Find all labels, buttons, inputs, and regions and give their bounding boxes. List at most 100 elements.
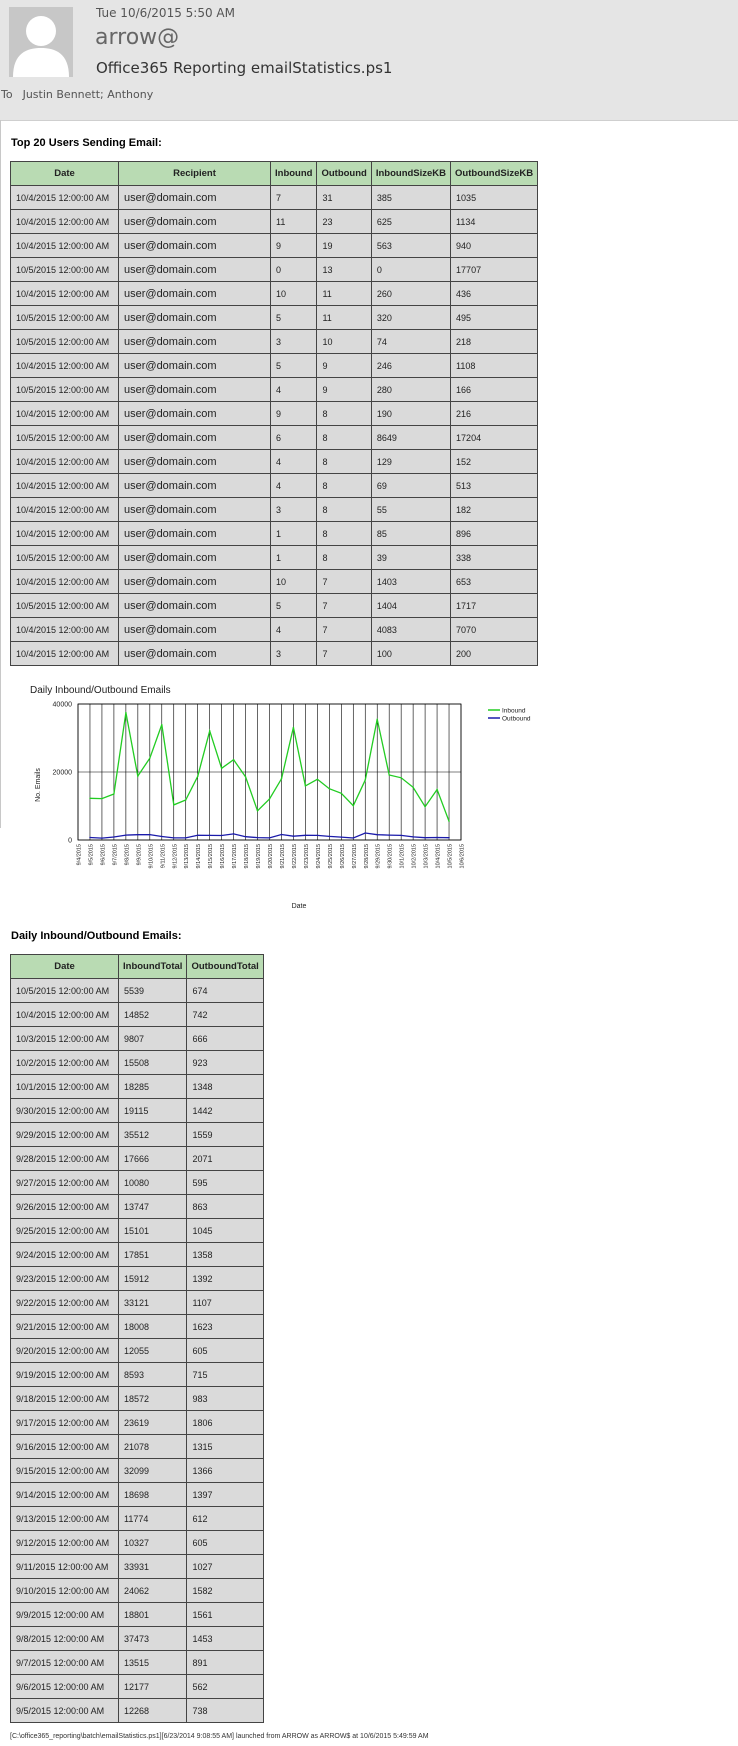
top-users-cell-recipient: user@domain.com — [118, 497, 271, 522]
data-point-outbound — [328, 835, 331, 838]
top-users-cell-inbound: 3 — [269, 497, 318, 522]
x-tick-label: 9/25/2015 — [328, 844, 334, 868]
top-users-cell-outbound: 9 — [316, 353, 372, 378]
table-row: 10/4/2015 12:00:00 AM user@domain.com 1 8 85… — [10, 521, 539, 546]
top-users-cell-date: 10/4/2015 12:00:00 AM — [10, 281, 119, 306]
x-tick-label: 9/27/2015 — [352, 844, 358, 868]
table-row: 10/4/2015 12:00:00 AM user@domain.com 9 8 19… — [10, 401, 539, 426]
table-row: 10/4/2015 12:00:00 AM user@domain.com 10 7 1… — [10, 569, 539, 594]
daily-cell-inbound-total: 12177 — [117, 1674, 188, 1699]
top-users-cell-inbound: 3 — [269, 329, 318, 354]
x-tick-label: 10/6/2015 — [460, 844, 466, 868]
daily-cell-date: 9/9/2015 12:00:00 AM — [10, 1602, 119, 1627]
daily-cell-inbound-total: 18801 — [117, 1602, 188, 1627]
table-row: 9/21/2015 12:00:00 AM 18008 1623 — [10, 1314, 264, 1339]
top-users-cell-outbound-size: 896 — [450, 521, 539, 546]
top-users-cell-inbound-size: 625 — [370, 209, 452, 234]
data-point-inbound — [89, 797, 91, 799]
top-users-cell-inbound-size: 280 — [370, 377, 452, 402]
y-axis-label: No. Emails — [35, 768, 42, 802]
sender-avatar[interactable] — [9, 7, 73, 77]
daily-cell-inbound-total: 13515 — [117, 1650, 188, 1675]
daily-header-row: Date InboundTotal OutboundTotal — [10, 954, 264, 979]
x-tick-label: 9/30/2015 — [388, 844, 394, 868]
table-row: 9/12/2015 12:00:00 AM 10327 605 — [10, 1530, 264, 1555]
daily-totals-table: Date InboundTotal OutboundTotal 10/5/2015 … — [10, 954, 264, 1723]
data-point-outbound — [388, 834, 390, 836]
data-point-inbound — [113, 793, 115, 795]
top-users-cell-outbound: 7 — [316, 641, 372, 666]
data-point-outbound — [161, 835, 163, 838]
top-users-cell-outbound: 31 — [316, 185, 372, 210]
daily-table-title: Daily Inbound/Outbound Emails: — [11, 930, 182, 942]
daily-cell-outbound-total: 605 — [186, 1338, 264, 1363]
top-users-cell-outbound-size: 1108 — [450, 353, 539, 378]
top-users-cell-inbound-size: 385 — [370, 185, 452, 210]
top-users-cell-outbound-size: 495 — [450, 305, 539, 330]
top-users-cell-recipient: user@domain.com — [118, 329, 271, 354]
data-point-outbound — [101, 837, 103, 839]
daily-cell-date: 9/18/2015 12:00:00 AM — [10, 1386, 119, 1411]
x-tick-label: 9/18/2015 — [244, 844, 250, 868]
daily-cell-inbound-total: 15508 — [117, 1050, 188, 1075]
y-tick-label: 0 — [68, 838, 72, 845]
sender-name[interactable]: arrow@ — [95, 25, 179, 50]
top-users-cell-date: 10/4/2015 12:00:00 AM — [10, 617, 119, 642]
daily-col-date: Date — [10, 954, 119, 979]
data-point-inbound — [208, 730, 211, 732]
data-point-outbound — [113, 836, 115, 838]
daily-cell-inbound-total: 33931 — [117, 1554, 188, 1579]
daily-cell-inbound-total: 23619 — [117, 1410, 188, 1435]
table-row: 9/18/2015 12:00:00 AM 18572 983 — [10, 1386, 264, 1411]
top-users-cell-inbound: 5 — [269, 593, 318, 618]
top-users-cell-recipient: user@domain.com — [118, 449, 271, 474]
top-users-cell-recipient: user@domain.com — [118, 185, 271, 210]
top-users-cell-outbound: 8 — [316, 521, 372, 546]
message-date: Tue 10/6/2015 5:50 AM — [96, 6, 235, 20]
top-users-cell-inbound-size: 8649 — [370, 425, 452, 450]
x-tick-label: 9/10/2015 — [148, 844, 154, 868]
top-users-col-outbound: Outbound — [316, 161, 372, 186]
top-users-cell-outbound: 13 — [316, 257, 372, 282]
daily-cell-inbound-total: 32099 — [117, 1458, 188, 1483]
table-row: 9/5/2015 12:00:00 AM 12268 738 — [10, 1698, 264, 1723]
daily-cell-outbound-total: 738 — [186, 1698, 264, 1723]
daily-cell-inbound-total: 5539 — [117, 978, 188, 1003]
top-users-cell-inbound: 5 — [269, 305, 318, 330]
table-row: 10/5/2015 12:00:00 AM user@domain.com 5 11 3… — [10, 305, 539, 330]
data-point-outbound — [340, 836, 343, 838]
recipients-list[interactable]: Justin Bennett; Anthony — [23, 88, 154, 101]
top-users-cell-recipient: user@domain.com — [118, 545, 271, 570]
daily-col-outbound-total: OutboundTotal — [186, 954, 264, 979]
daily-cell-date: 9/5/2015 12:00:00 AM — [10, 1698, 119, 1723]
data-point-outbound — [364, 832, 366, 834]
data-point-inbound — [388, 774, 390, 776]
top-users-cell-inbound-size: 129 — [370, 449, 452, 474]
data-point-outbound — [256, 836, 259, 839]
daily-cell-inbound-total: 13747 — [117, 1194, 188, 1219]
daily-cell-outbound-total: 1366 — [186, 1458, 264, 1483]
top-users-cell-inbound-size: 190 — [370, 401, 452, 426]
top-users-cell-inbound: 4 — [269, 449, 318, 474]
message-header: Tue 10/6/2015 5:50 AM arrow@ Office365 R… — [0, 0, 738, 121]
table-row: 9/14/2015 12:00:00 AM 18698 1397 — [10, 1482, 264, 1507]
daily-cell-inbound-total: 8593 — [117, 1362, 188, 1387]
top-users-cell-inbound: 6 — [269, 425, 318, 450]
to-label: To — [1, 88, 13, 101]
x-tick-label: 9/11/2015 — [160, 844, 166, 868]
top-users-cell-date: 10/5/2015 12:00:00 AM — [10, 593, 119, 618]
top-users-cell-inbound: 0 — [269, 257, 318, 282]
table-row: 10/5/2015 12:00:00 AM user@domain.com 1 8 39… — [10, 545, 539, 570]
top-users-cell-outbound: 8 — [316, 473, 372, 498]
data-point-inbound — [292, 726, 295, 729]
top-users-cell-recipient: user@domain.com — [118, 209, 271, 234]
table-row: 10/5/2015 12:00:00 AM user@domain.com 3 10 7… — [10, 329, 539, 354]
data-point-inbound — [101, 797, 103, 800]
data-point-outbound — [280, 833, 283, 836]
x-tick-label: 10/1/2015 — [400, 844, 406, 868]
top-users-cell-inbound: 10 — [269, 281, 318, 306]
top-users-cell-outbound: 10 — [316, 329, 372, 354]
top-users-cell-recipient: user@domain.com — [118, 425, 271, 450]
data-point-outbound — [232, 833, 235, 835]
top-users-cell-date: 10/5/2015 12:00:00 AM — [10, 377, 119, 402]
